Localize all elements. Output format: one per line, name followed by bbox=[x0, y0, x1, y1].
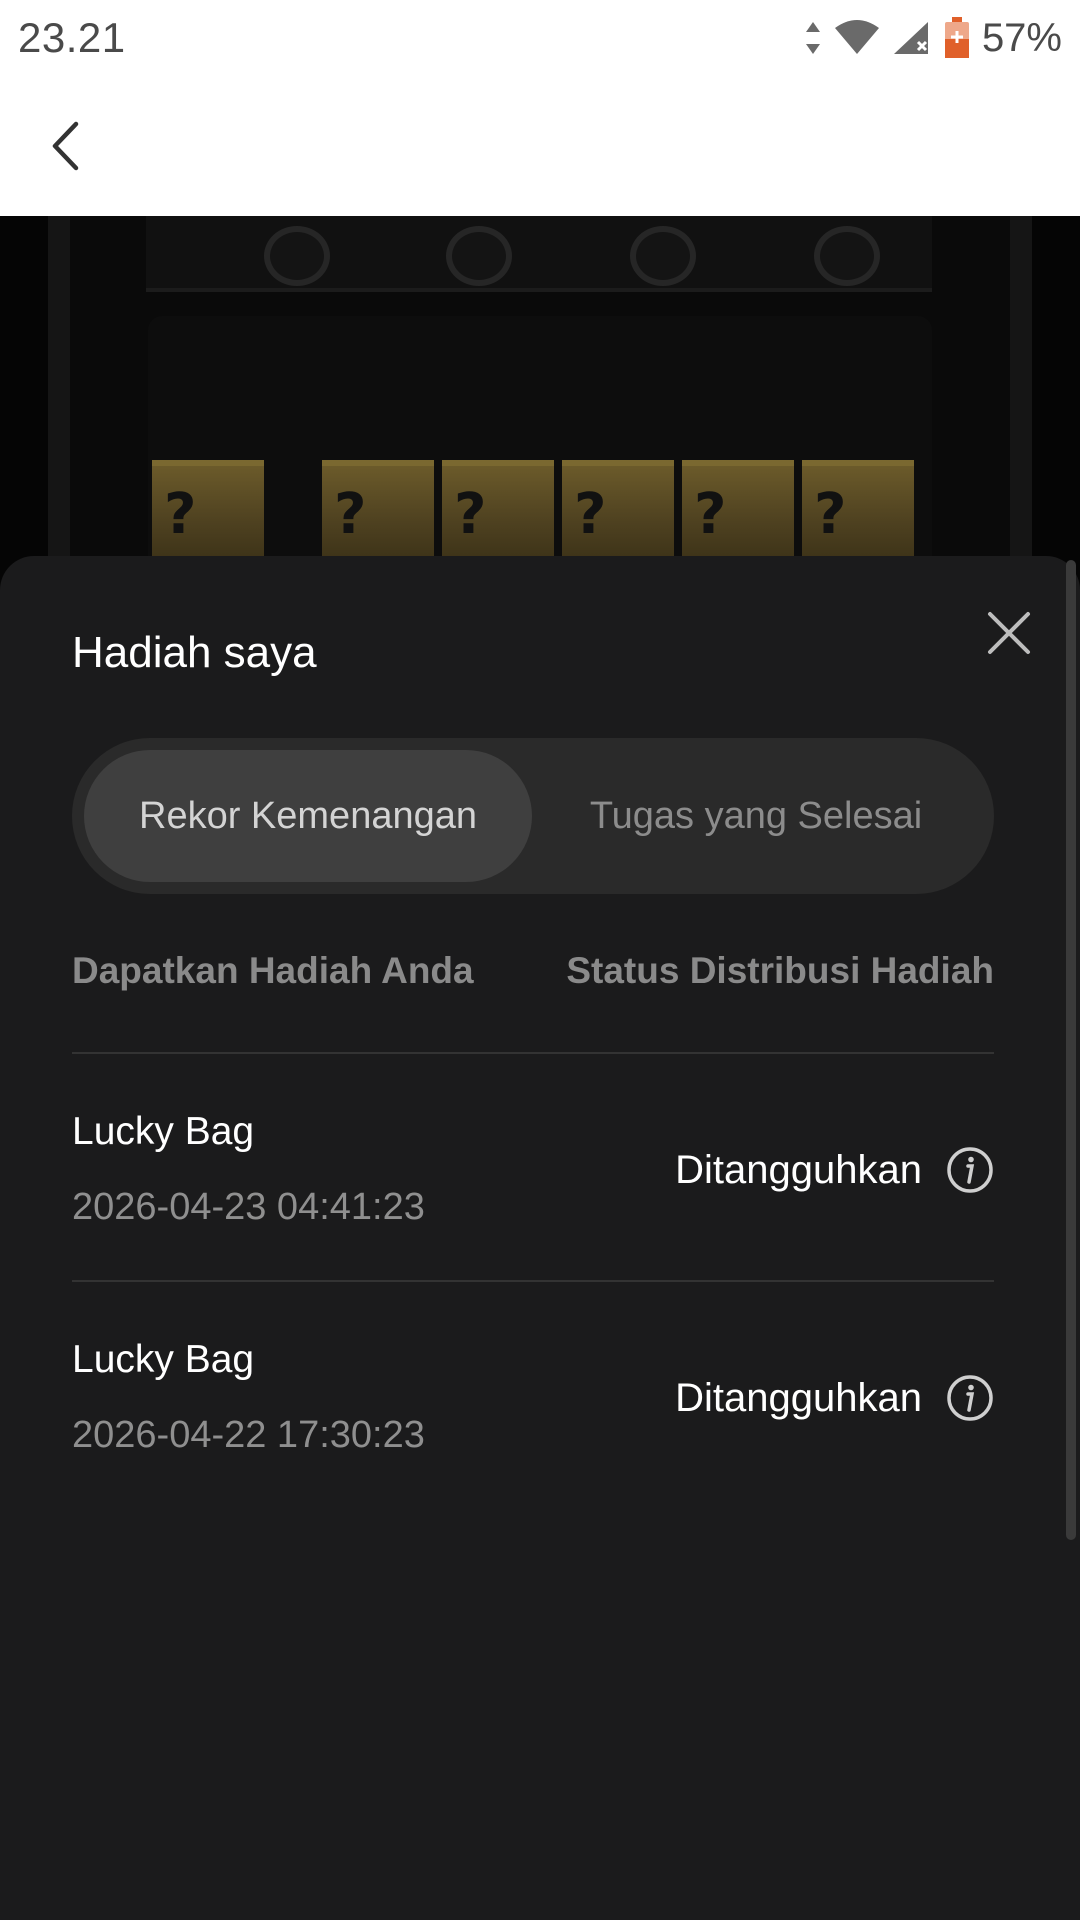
machine-knob bbox=[264, 226, 330, 286]
battery-icon bbox=[944, 17, 970, 59]
mystery-box: ? bbox=[152, 460, 264, 560]
screen: 23.21 57% ? ? ? ? ? ? Hadiah saya Rekor … bbox=[0, 0, 1080, 1920]
tab-completed-tasks[interactable]: Tugas yang Selesai bbox=[532, 750, 980, 882]
machine-knob bbox=[630, 226, 696, 286]
battery-percentage: 57% bbox=[981, 15, 1062, 60]
mystery-box: ? bbox=[682, 460, 794, 560]
close-icon bbox=[984, 612, 1034, 662]
status-info-button[interactable] bbox=[946, 1146, 994, 1194]
column-header-status: Status Distribusi Hadiah bbox=[566, 950, 994, 991]
prize-name: Lucky Bag bbox=[72, 1110, 255, 1153]
app-bar bbox=[0, 76, 1080, 216]
scrollbar[interactable] bbox=[1066, 560, 1076, 1540]
tab-switcher: Rekor Kemenangan Tugas yang Selesai bbox=[72, 738, 994, 894]
mystery-box: ? bbox=[322, 460, 434, 560]
chevron-left-icon bbox=[50, 121, 80, 176]
mystery-box-symbol: ? bbox=[814, 482, 847, 547]
mystery-box-symbol: ? bbox=[334, 482, 367, 547]
status-icons: 57% bbox=[804, 16, 1062, 61]
status-bar: 23.21 57% bbox=[0, 0, 1080, 76]
mystery-box: ? bbox=[802, 460, 914, 560]
tab-winning-record[interactable]: Rekor Kemenangan bbox=[84, 750, 532, 882]
machine-top bbox=[146, 216, 932, 292]
mystery-box-symbol: ? bbox=[164, 482, 197, 547]
data-arrows-icon bbox=[804, 20, 822, 56]
prize-row: Lucky Bag 2026-04-23 04:41:23 Ditangguhk… bbox=[72, 1054, 994, 1280]
signal-icon bbox=[892, 20, 932, 56]
mystery-box: ? bbox=[562, 460, 674, 560]
distribution-status: Ditangguhkan bbox=[675, 1376, 922, 1420]
status-time: 23.21 bbox=[18, 14, 126, 61]
machine-knob bbox=[446, 226, 512, 286]
column-header-prize: Dapatkan Hadiah Anda bbox=[72, 950, 474, 991]
info-icon bbox=[946, 1375, 994, 1426]
machine-knob bbox=[814, 226, 880, 286]
wifi-icon bbox=[834, 20, 880, 56]
mystery-box-symbol: ? bbox=[454, 482, 487, 547]
mystery-box-symbol: ? bbox=[694, 482, 727, 547]
mystery-box-symbol: ? bbox=[574, 482, 607, 547]
distribution-status: Ditangguhkan bbox=[675, 1148, 922, 1192]
info-icon bbox=[946, 1147, 994, 1198]
my-prizes-sheet: Hadiah saya Rekor Kemenangan Tugas yang … bbox=[0, 556, 1080, 1920]
close-button[interactable] bbox=[984, 608, 1034, 658]
sheet-title: Hadiah saya bbox=[72, 628, 317, 677]
prize-timestamp: 2026-04-23 04:41:23 bbox=[72, 1186, 425, 1228]
status-info-button[interactable] bbox=[946, 1374, 994, 1422]
prize-name: Lucky Bag bbox=[72, 1338, 255, 1381]
prize-timestamp: 2026-04-22 17:30:23 bbox=[72, 1414, 425, 1456]
mystery-box: ? bbox=[442, 460, 554, 560]
prize-row: Lucky Bag 2026-04-22 17:30:23 Ditangguhk… bbox=[72, 1282, 994, 1508]
back-button[interactable] bbox=[30, 108, 100, 188]
